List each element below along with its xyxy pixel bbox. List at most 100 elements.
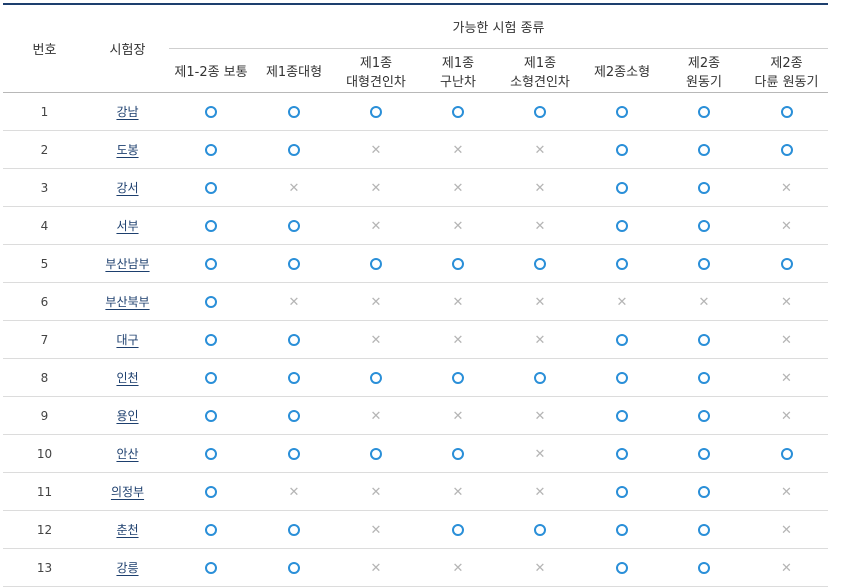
row-number: 1 [3,92,86,131]
available-circle-icon [534,106,546,118]
header-type-3: 제1종 대형견인차 [335,48,417,93]
available-circle-icon [616,524,628,536]
availability-cell: ✕ [335,168,417,207]
available-circle-icon [288,106,300,118]
unavailable-x-icon: ✕ [534,294,546,310]
availability-cell: ✕ [745,206,828,245]
availability-cell [253,244,335,283]
exam-center-table-container: 번호 시험장 가능한 시험 종류 제1-2종 보통 제1종대형 제1종 대형견인차 제1… [0,0,850,587]
available-circle-icon [205,220,217,232]
available-circle-icon [288,562,300,574]
available-circle-icon [780,106,793,118]
unavailable-x-icon: ✕ [781,332,792,348]
availability-cell [663,472,745,511]
row-number: 3 [3,168,86,207]
exam-center-cell: 서부 [86,206,169,245]
unavailable-x-icon: ✕ [452,218,464,234]
row-number: 9 [3,396,86,435]
availability-cell: ✕ [499,434,581,473]
exam-center-link[interactable]: 서부 [116,219,138,233]
unavailable-x-icon: ✕ [534,180,546,196]
available-circle-icon [698,334,710,346]
table-row: 1 강남 [3,92,828,131]
exam-center-link[interactable]: 강릉 [116,561,138,575]
table-row: 10 안산 ✕ [3,434,828,473]
availability-cell [169,510,253,549]
availability-cell [417,244,499,283]
availability-cell [253,320,335,359]
availability-cell: ✕ [335,206,417,245]
available-circle-icon [698,524,710,536]
exam-center-link[interactable]: 안산 [116,447,138,461]
availability-cell [499,510,581,549]
available-circle-icon [698,106,710,118]
unavailable-x-icon: ✕ [370,408,382,424]
availability-cell [253,548,335,587]
exam-center-link[interactable]: 대구 [116,333,138,347]
row-number: 13 [3,548,86,587]
available-circle-icon [288,334,300,346]
unavailable-x-icon: ✕ [781,218,792,234]
exam-center-link[interactable]: 강남 [116,105,138,119]
exam-center-link[interactable]: 의정부 [111,485,144,499]
unavailable-x-icon: ✕ [288,484,300,500]
availability-cell [335,358,417,397]
availability-cell: ✕ [335,282,417,321]
availability-cell [663,206,745,245]
exam-center-cell: 인천 [86,358,169,397]
available-circle-icon [288,448,300,460]
available-circle-icon [698,410,710,422]
exam-center-cell: 대구 [86,320,169,359]
header-type-label-line: 소형견인차 [510,74,570,90]
header-row-top: 번호 시험장 가능한 시험 종류 [3,4,828,93]
availability-cell: ✕ [745,282,828,321]
available-circle-icon [205,296,217,308]
header-type-label-line: 제1-2종 보통 [174,65,248,80]
availability-cell [663,92,745,131]
availability-cell [335,244,417,283]
unavailable-x-icon: ✕ [534,218,546,234]
availability-cell: ✕ [417,396,499,435]
available-circle-icon [616,258,628,270]
availability-cell: ✕ [417,168,499,207]
availability-cell: ✕ [335,396,417,435]
available-circle-icon [452,448,464,460]
availability-cell [253,396,335,435]
availability-cell [169,130,253,169]
availability-cell [581,168,663,207]
exam-center-link[interactable]: 춘천 [116,523,138,537]
available-circle-icon [205,334,217,346]
row-number: 10 [3,434,86,473]
available-circle-icon [205,372,217,384]
unavailable-x-icon: ✕ [370,180,382,196]
available-circle-icon [205,144,217,156]
table-row: 6 부산북부 ✕ ✕ ✕ ✕ ✕ ✕ ✕ [3,282,828,321]
unavailable-x-icon: ✕ [452,142,464,158]
unavailable-x-icon: ✕ [534,446,546,462]
exam-center-link[interactable]: 도봉 [116,143,138,157]
unavailable-x-icon: ✕ [534,484,546,500]
exam-center-link[interactable]: 강서 [116,181,138,195]
availability-cell [335,92,417,131]
available-circle-icon [370,258,382,270]
header-type-4: 제1종 구난차 [417,48,499,93]
table-row: 8 인천 ✕ [3,358,828,397]
exam-center-link[interactable]: 부산북부 [105,295,149,309]
exam-center-link[interactable]: 인천 [116,371,138,385]
availability-cell [417,510,499,549]
header-number: 번호 [3,4,86,93]
available-circle-icon [698,258,710,270]
available-circle-icon [780,144,793,156]
exam-center-link[interactable]: 부산남부 [105,257,149,271]
availability-cell: ✕ [335,548,417,587]
availability-cell [581,244,663,283]
availability-cell: ✕ [417,472,499,511]
exam-center-link[interactable]: 용인 [116,409,138,423]
availability-cell [499,92,581,131]
header-type-8: 제2종 다륜 원동기 [745,48,828,93]
row-number: 4 [3,206,86,245]
availability-cell [663,358,745,397]
available-circle-icon [452,372,464,384]
availability-cell [169,244,253,283]
unavailable-x-icon: ✕ [534,408,546,424]
